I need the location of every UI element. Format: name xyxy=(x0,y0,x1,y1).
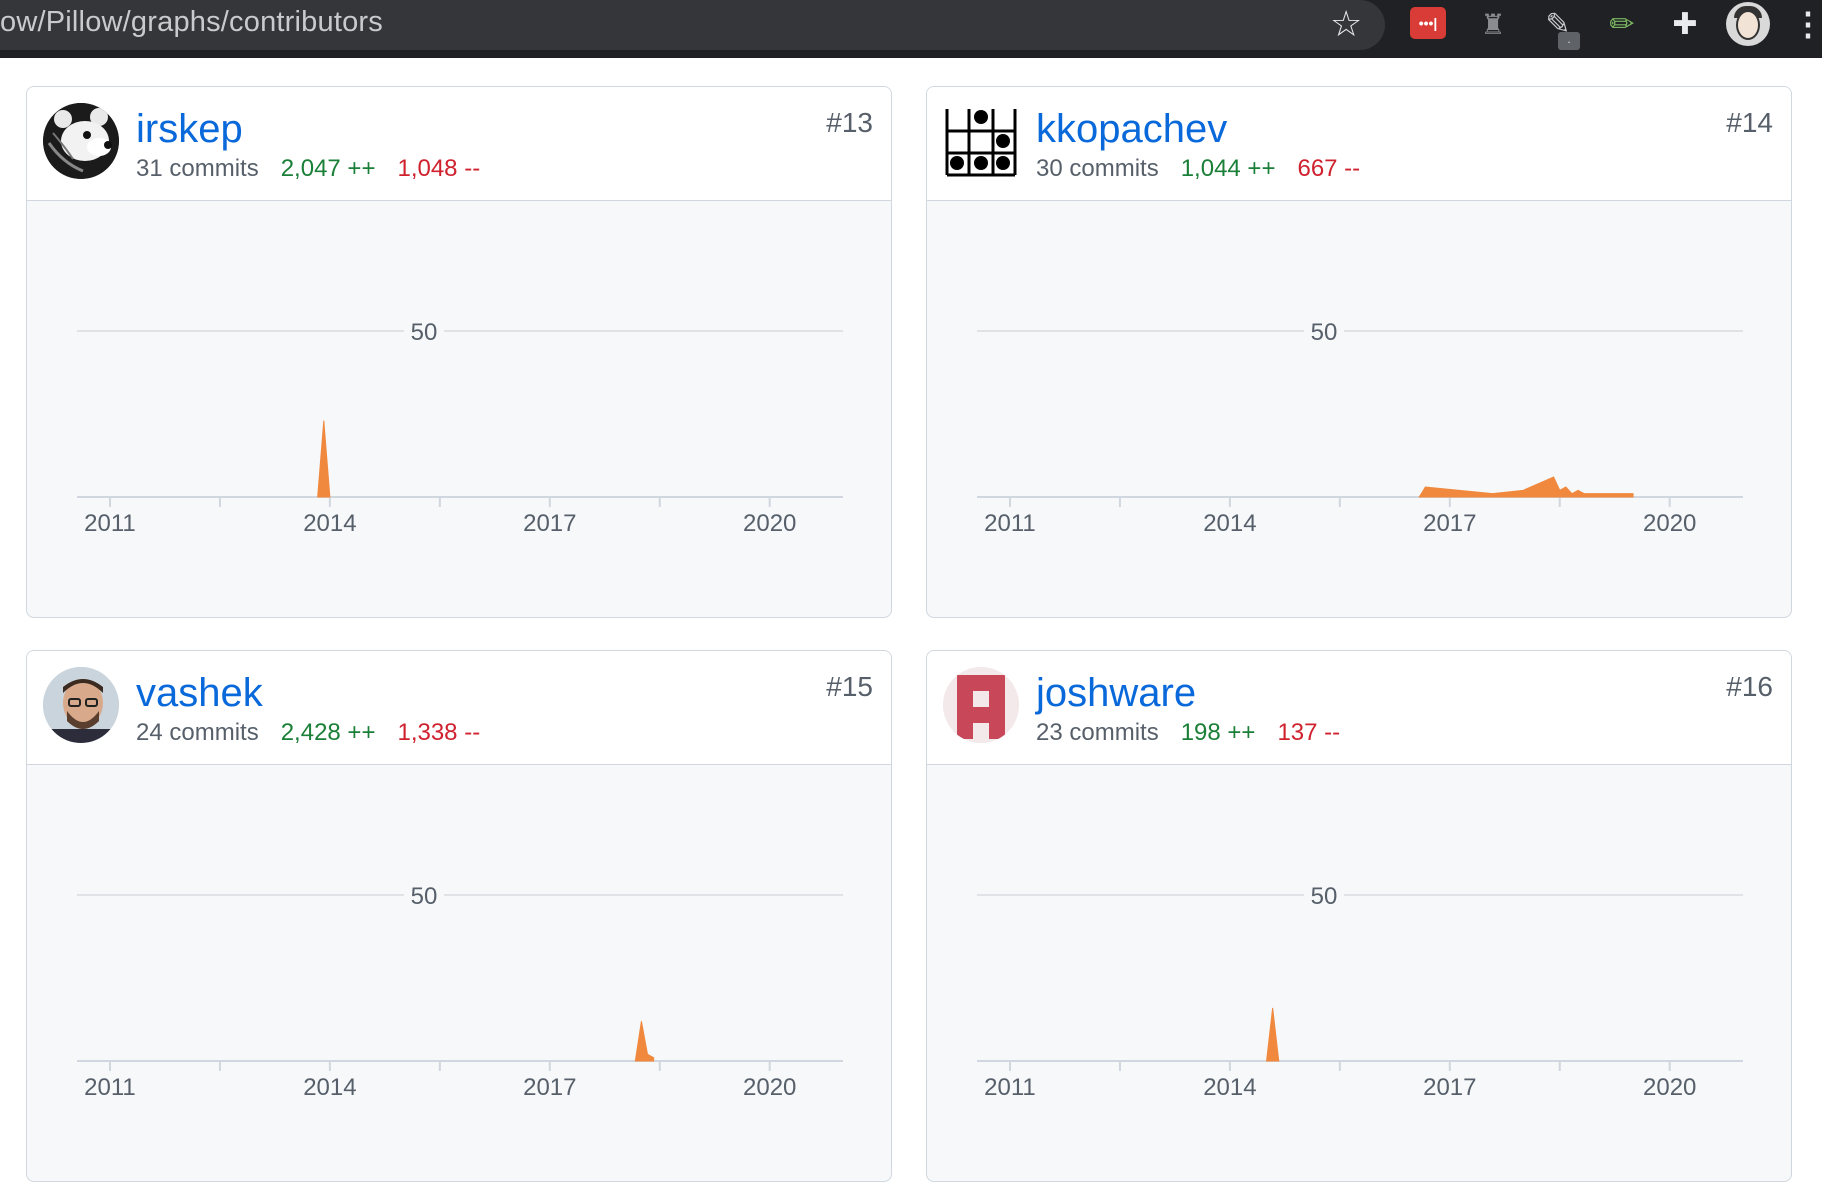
commits-area xyxy=(1418,476,1634,498)
x-tick-label: 2011 xyxy=(84,1074,136,1101)
y-tick-label: 50 xyxy=(411,883,438,910)
contributor-stats: 31 commits 2,047 ++ 1,048 -- xyxy=(136,155,480,183)
browser-toolbar: ow/Pillow/graphs/contributors ☆ •••| ♜ ✎… xyxy=(0,0,1822,58)
additions-count: 1,044 ++ xyxy=(1180,155,1276,182)
avatar[interactable] xyxy=(43,103,119,179)
x-tick-label: 2014 xyxy=(1203,1074,1256,1101)
commit-chart-svg: 50 2011 2014 2017 2020 xyxy=(977,316,1743,537)
y-tick-label: 50 xyxy=(411,319,438,346)
commit-count[interactable]: 24 commits xyxy=(136,719,259,746)
card-header: vashek 24 commits 2,428 ++ 1,338 -- #15 xyxy=(27,651,891,765)
commit-count[interactable]: 30 commits xyxy=(1036,155,1159,182)
additions-count: 2,428 ++ xyxy=(280,719,376,746)
pen-icon[interactable]: ✎. xyxy=(1538,4,1580,50)
x-tick-label: 2014 xyxy=(303,510,356,537)
puzzle-icon[interactable]: ✚ xyxy=(1667,4,1703,44)
commit-chart-svg: 50 2011 2014 2017 2020 xyxy=(77,316,843,537)
contributor-stats: 30 commits 1,044 ++ 667 -- xyxy=(1036,155,1360,183)
contributor-login[interactable]: joshware xyxy=(1036,671,1196,716)
x-tick-label: 2014 xyxy=(303,1074,356,1101)
card-header: irskep 31 commits 2,047 ++ 1,048 -- #13 xyxy=(27,87,891,201)
contributor-login[interactable]: vashek xyxy=(136,671,263,716)
contributor-stats: 24 commits 2,428 ++ 1,338 -- xyxy=(136,719,480,747)
star-icon[interactable]: ☆ xyxy=(1330,2,1362,46)
commit-chart: 50 2011 2014 2017 2020 xyxy=(927,202,1791,617)
x-tick-label: 2017 xyxy=(1423,1074,1476,1101)
contributor-rank: #14 xyxy=(1726,107,1773,138)
commits-area xyxy=(317,420,331,498)
commit-count[interactable]: 23 commits xyxy=(1036,719,1159,746)
menu-icon[interactable]: ⋮ xyxy=(1792,4,1822,44)
card-header: kkopachev 30 commits 1,044 ++ 667 -- #14 xyxy=(927,87,1791,201)
additions-count: 198 ++ xyxy=(1180,719,1256,746)
y-tick-label: 50 xyxy=(1311,319,1338,346)
x-tick-label: 2017 xyxy=(1423,510,1476,537)
chess-icon[interactable]: ♜ xyxy=(1478,4,1508,44)
deletions-count: 1,338 -- xyxy=(397,719,481,746)
pencil-ruler-icon[interactable]: ✏ xyxy=(1602,4,1642,44)
contributor-rank: #15 xyxy=(826,671,873,702)
contributor-card: irskep 31 commits 2,047 ++ 1,048 -- #13 50… xyxy=(26,86,892,618)
contributor-rank: #13 xyxy=(826,107,873,138)
avatar[interactable] xyxy=(943,103,1019,179)
x-tick-label: 2020 xyxy=(1643,1074,1696,1101)
x-tick-label: 2011 xyxy=(984,510,1036,537)
profile-avatar[interactable] xyxy=(1726,2,1770,46)
contributor-card: kkopachev 30 commits 1,044 ++ 667 -- #14 5… xyxy=(926,86,1792,618)
x-tick-label: 2017 xyxy=(523,510,576,537)
x-tick-label: 2020 xyxy=(743,1074,796,1101)
commit-chart-svg: 50 2011 2014 2017 2020 xyxy=(977,880,1743,1101)
commit-chart: 50 2011 2014 2017 2020 xyxy=(27,766,891,1181)
deletions-count: 137 -- xyxy=(1277,719,1341,746)
x-tick-label: 2011 xyxy=(984,1074,1036,1101)
avatar[interactable] xyxy=(43,667,119,743)
contributor-stats: 23 commits 198 ++ 137 -- xyxy=(1036,719,1340,747)
commits-area xyxy=(634,1021,655,1062)
pocket-icon[interactable]: •••| xyxy=(1410,7,1446,39)
y-tick-label: 50 xyxy=(1311,883,1338,910)
deletions-count: 1,048 -- xyxy=(397,155,481,182)
additions-count: 2,047 ++ xyxy=(280,155,376,182)
x-tick-label: 2020 xyxy=(1643,510,1696,537)
contributor-card: vashek 24 commits 2,428 ++ 1,338 -- #15 50… xyxy=(26,650,892,1182)
card-header: joshware 23 commits 198 ++ 137 -- #16 xyxy=(927,651,1791,765)
url-text[interactable]: ow/Pillow/graphs/contributors xyxy=(0,6,383,39)
address-bar[interactable]: ow/Pillow/graphs/contributors xyxy=(0,0,1385,50)
contributor-login[interactable]: irskep xyxy=(136,107,243,152)
contributor-rank: #16 xyxy=(1726,671,1773,702)
contributor-login[interactable]: kkopachev xyxy=(1036,107,1227,152)
commit-chart-svg: 50 2011 2014 2017 2020 xyxy=(77,880,843,1101)
avatar[interactable] xyxy=(943,667,1019,743)
commit-chart: 50 2011 2014 2017 2020 xyxy=(927,766,1791,1181)
x-tick-label: 2020 xyxy=(743,510,796,537)
commits-area xyxy=(1265,1007,1280,1062)
x-tick-label: 2014 xyxy=(1203,510,1256,537)
x-tick-label: 2017 xyxy=(523,1074,576,1101)
deletions-count: 667 -- xyxy=(1297,155,1361,182)
commit-count[interactable]: 31 commits xyxy=(136,155,259,182)
contributor-card: joshware 23 commits 198 ++ 137 -- #16 50 20… xyxy=(926,650,1792,1182)
x-tick-label: 2011 xyxy=(84,510,136,537)
commit-chart: 50 2011 2014 2017 2020 xyxy=(27,202,891,617)
